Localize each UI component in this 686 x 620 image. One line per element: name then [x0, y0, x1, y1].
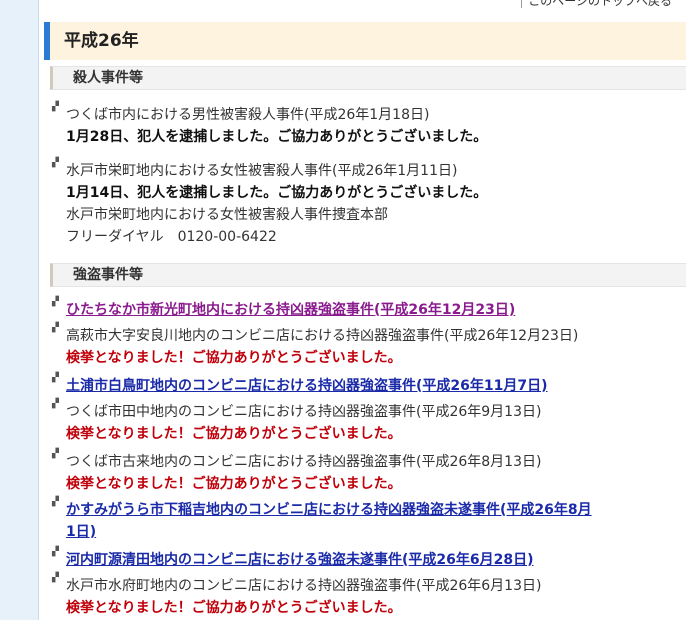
bullet-icon: ▞ — [52, 323, 59, 333]
case-title: 高萩市大字安良川地内のコンビニ店における持凶器強盗事件(平成26年12月23日) — [66, 328, 579, 344]
bullet-icon: ▞ — [52, 297, 59, 307]
investigation-hq-text: 水戸市栄町地内における女性被害殺人事件捜査本部 — [66, 207, 388, 223]
case-link[interactable]: 土浦市白鳥町地内のコンビニ店における持凶器強盗事件(平成26年11月7日) — [66, 375, 548, 397]
case-link[interactable]: かすみがうら市下稲吉地内のコンビニ店における持凶器強盗未遂事件(平成26年8月 — [66, 499, 592, 521]
bullet-icon: ▞ — [52, 497, 59, 507]
main-content: 平成26年 殺人事件等 ▞ つくば市内における男性被害殺人事件(平成26年1月1… — [44, 0, 686, 620]
bullet-icon: ▞ — [52, 158, 59, 168]
bullet-icon: ▞ — [52, 399, 59, 409]
case-status-note: 検挙となりました！ご協力ありがとうございました。 — [66, 350, 402, 366]
year-heading: 平成26年 — [44, 22, 686, 60]
case-status-note: 1月14日、犯人を逮捕しました。ご協力ありがとうございました。 — [66, 185, 488, 201]
case-link-continued[interactable]: 1日) — [66, 521, 96, 543]
robbery-section-heading: 強盗事件等 — [50, 263, 686, 287]
bullet-icon: ▞ — [52, 573, 59, 583]
case-status-note: 1月28日、犯人を逮捕しました。ご協力ありがとうございました。 — [66, 129, 488, 145]
case-link[interactable]: ひたちなか市新光町地内における持凶器強盗事件(平成26年12月23日) — [66, 299, 515, 321]
case-title: 水戸市水府町地内のコンビニ店における持凶器強盗事件(平成26年6月13日) — [66, 578, 542, 594]
bullet-icon: ▞ — [52, 102, 59, 112]
case-status-note: 検挙となりました！ご協力ありがとうございました。 — [66, 476, 402, 492]
case-title: つくば市田中地内のコンビニ店における持凶器強盗事件(平成26年9月13日) — [66, 404, 542, 420]
bullet-icon: ▞ — [52, 547, 59, 557]
case-title: つくば市内における男性被害殺人事件(平成26年1月18日) — [66, 107, 430, 123]
left-sidebar-band — [0, 0, 39, 620]
free-dial-text: フリーダイヤル 0120-00-6422 — [66, 229, 277, 245]
murder-section-heading: 殺人事件等 — [50, 66, 686, 90]
case-link[interactable]: 河内町源清田地内のコンビニ店における強盗未遂事件(平成26年6月28日) — [66, 549, 534, 571]
case-title: 水戸市栄町地内における女性被害殺人事件(平成26年1月11日) — [66, 163, 458, 179]
case-status-note: 検挙となりました！ご協力ありがとうございました。 — [66, 600, 402, 616]
case-status-note: 検挙となりました！ご協力ありがとうございました。 — [66, 426, 402, 442]
case-title: つくば市古来地内のコンビニ店における持凶器強盗事件(平成26年8月13日) — [66, 454, 542, 470]
bullet-icon: ▞ — [52, 373, 59, 383]
bullet-icon: ▞ — [52, 449, 59, 459]
